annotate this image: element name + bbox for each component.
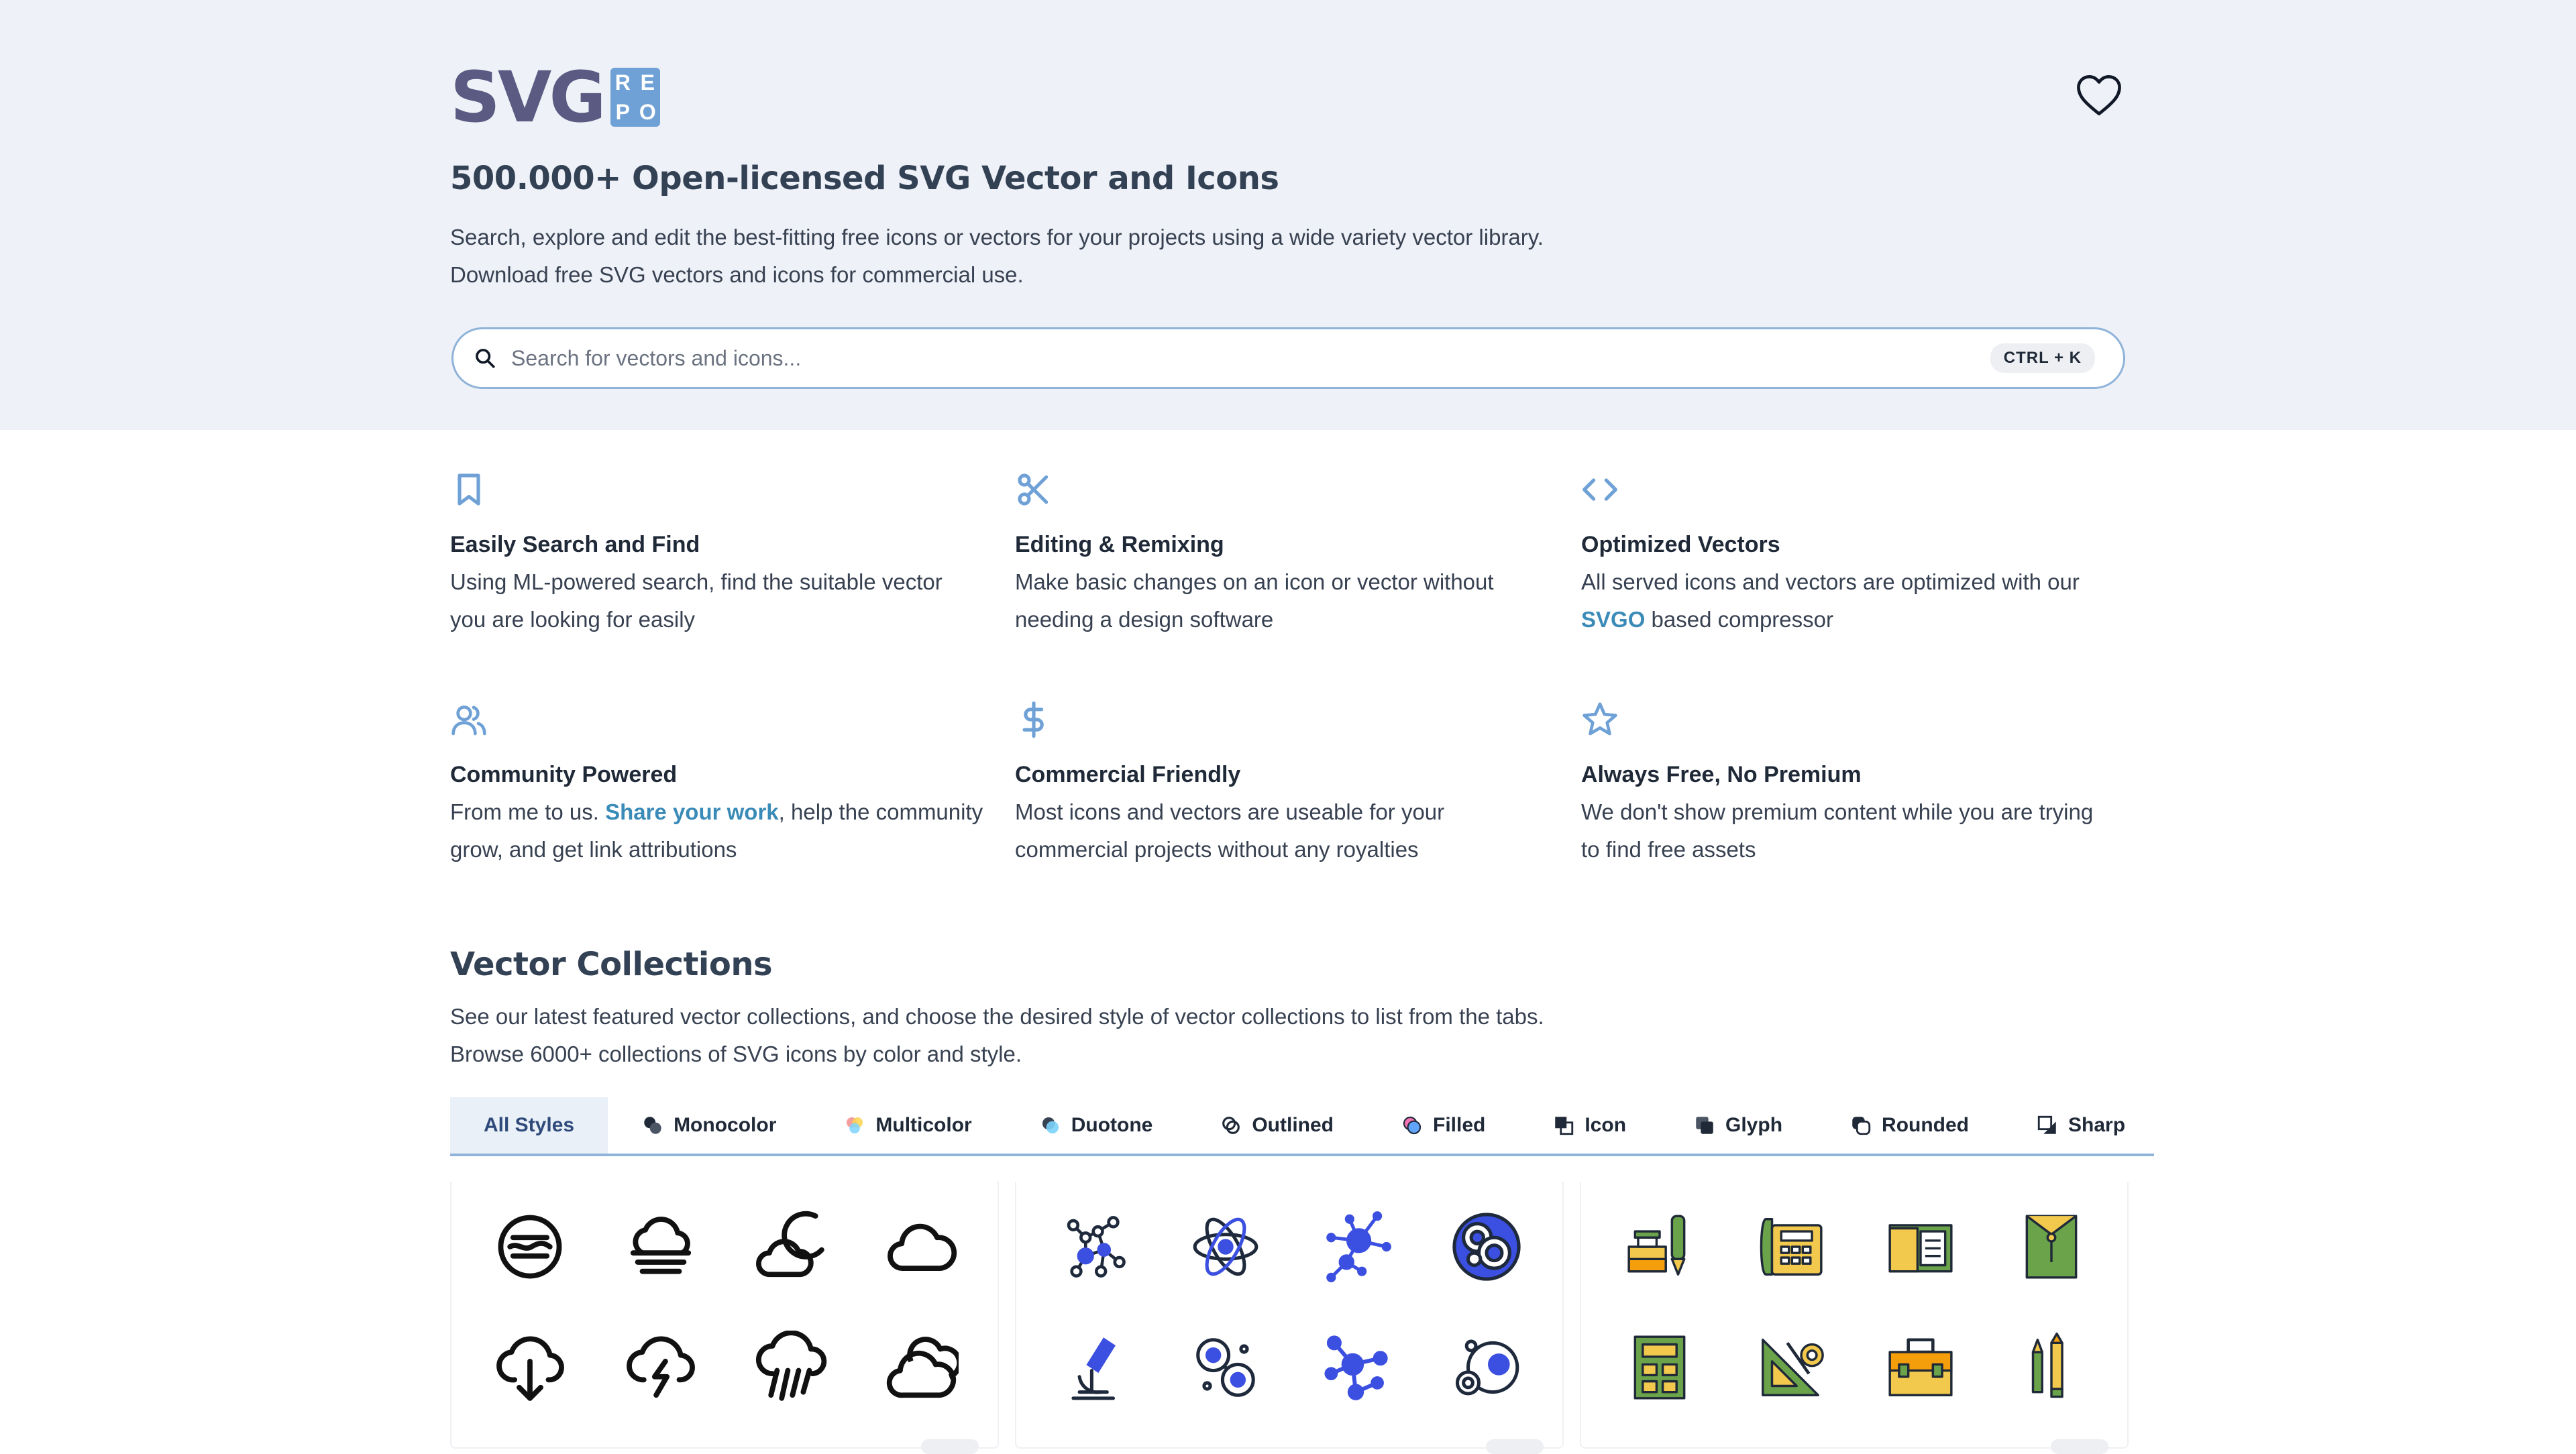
molecule-icon bbox=[1067, 1216, 1126, 1278]
heart-icon[interactable] bbox=[2076, 74, 2123, 117]
bookmark-icon bbox=[458, 473, 480, 506]
page-title: 500.000+ Open-licensed SVG Vector and Ic… bbox=[450, 160, 1279, 197]
clouds-icon bbox=[886, 1337, 959, 1398]
code-icon bbox=[1582, 478, 1617, 501]
sharp-icon bbox=[2037, 1115, 2056, 1134]
tab-all-styles[interactable]: All Styles bbox=[450, 1097, 608, 1154]
folder-document-icon bbox=[1888, 1224, 1953, 1273]
briefcase-icon bbox=[1888, 1338, 1953, 1396]
logo-text: SVG bbox=[450, 56, 606, 138]
search-input[interactable] bbox=[511, 345, 1990, 371]
moon-cloud-icon bbox=[756, 1211, 824, 1278]
search-bar[interactable]: CTRL + K bbox=[451, 327, 2125, 389]
collection-card-weather[interactable] bbox=[450, 1182, 999, 1454]
feature-search: Easily Search and Find Using ML-powered … bbox=[450, 471, 994, 638]
icon-style-icon bbox=[1555, 1117, 1574, 1135]
tab-monocolor[interactable]: Monocolor bbox=[608, 1097, 810, 1154]
collections-title: Vector Collections bbox=[450, 946, 773, 983]
collection-card-office[interactable] bbox=[1580, 1182, 2129, 1454]
cell-division-icon bbox=[1455, 1339, 1519, 1396]
card-pill bbox=[921, 1439, 979, 1454]
svgo-link[interactable]: SVGO bbox=[1581, 607, 1645, 632]
molecule-nodes-icon bbox=[1324, 1335, 1388, 1400]
monocolor-icon bbox=[644, 1117, 661, 1134]
feature-free: Always Free, No Premium We don't show pr… bbox=[1581, 701, 2125, 869]
telephone-icon bbox=[1760, 1218, 1823, 1276]
feature-commercial: Commercial Friendly Most icons and vecto… bbox=[1015, 701, 1558, 869]
multicolor-icon bbox=[847, 1117, 863, 1134]
card-pill bbox=[1486, 1439, 1544, 1454]
tab-sharp[interactable]: Sharp bbox=[2002, 1097, 2159, 1154]
outlined-icon bbox=[1222, 1117, 1240, 1134]
card-pill bbox=[2051, 1439, 2108, 1454]
drafting-tools-icon bbox=[1761, 1339, 1824, 1396]
share-your-work-link[interactable]: Share your work bbox=[605, 799, 779, 824]
collections-description: See our latest featured vector collectio… bbox=[450, 1004, 1544, 1066]
shortcut-badge: CTRL + K bbox=[1990, 343, 2095, 373]
tab-duotone[interactable]: Duotone bbox=[1006, 1097, 1187, 1154]
dollar-icon bbox=[1022, 701, 1044, 738]
bacteria-icon bbox=[1195, 1338, 1255, 1397]
ink-pen-icon bbox=[1627, 1215, 1686, 1276]
collection-card-science[interactable] bbox=[1015, 1182, 1564, 1454]
mist-cloud-icon bbox=[630, 1217, 691, 1274]
tab-glyph[interactable]: Glyph bbox=[1660, 1097, 1816, 1154]
tab-outlined[interactable]: Outlined bbox=[1186, 1097, 1367, 1154]
cloud-download-icon bbox=[496, 1336, 565, 1401]
hero-description: Search, explore and edit the best-fittin… bbox=[450, 225, 1544, 287]
feature-community: Community Powered From me to us. Share y… bbox=[450, 701, 994, 869]
scissors-icon bbox=[1018, 473, 1049, 506]
tab-filled[interactable]: Filled bbox=[1367, 1097, 1519, 1154]
star-icon bbox=[1582, 702, 1617, 736]
search-icon bbox=[476, 349, 495, 368]
style-tabs: All Styles Monocolor Multicolor Duotone … bbox=[450, 1097, 2154, 1156]
site-logo[interactable]: SVG R E P O bbox=[450, 62, 660, 132]
cloud-lightning-icon bbox=[626, 1336, 695, 1398]
logo-badge: R E P O bbox=[610, 68, 660, 127]
feature-editing: Editing & Remixing Make basic changes on… bbox=[1015, 471, 1558, 638]
envelope-folder-icon bbox=[2025, 1215, 2078, 1279]
fog-icon bbox=[498, 1215, 562, 1279]
duotone-icon bbox=[1042, 1117, 1059, 1134]
users-icon bbox=[451, 706, 486, 736]
microscope-icon bbox=[1071, 1337, 1116, 1400]
tab-rounded[interactable]: Rounded bbox=[1816, 1097, 2002, 1154]
atom-icon bbox=[1193, 1217, 1258, 1276]
cells-icon bbox=[1452, 1213, 1521, 1281]
feature-optimized: Optimized Vectors All served icons and v… bbox=[1581, 471, 2125, 638]
cloud-icon bbox=[887, 1223, 957, 1271]
cloud-rain-icon bbox=[756, 1331, 827, 1401]
filled-icon bbox=[1403, 1116, 1421, 1135]
rounded-icon bbox=[1852, 1117, 1871, 1135]
glyph-icon bbox=[1696, 1117, 1713, 1134]
tab-icon[interactable]: Icon bbox=[1519, 1097, 1660, 1154]
calculator-icon bbox=[1633, 1335, 1686, 1400]
pencils-icon bbox=[2031, 1332, 2063, 1398]
network-node-icon bbox=[1326, 1211, 1392, 1282]
tab-multicolor[interactable]: Multicolor bbox=[810, 1097, 1005, 1154]
